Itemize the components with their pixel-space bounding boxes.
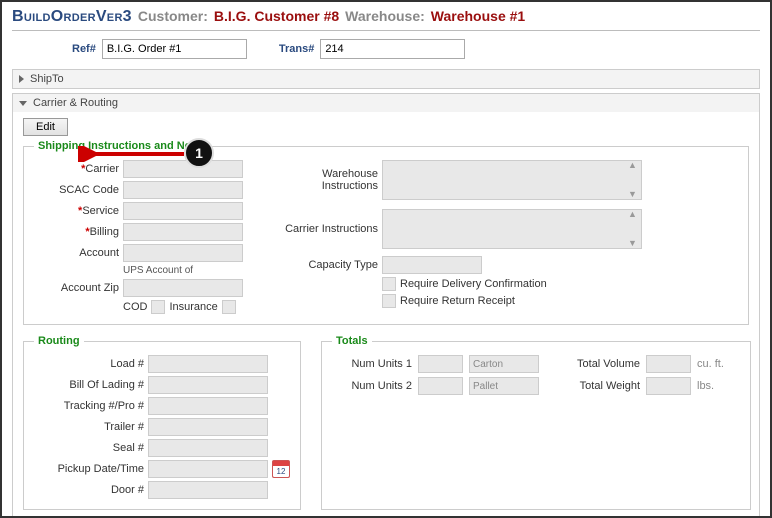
- carrier-panel-title: Carrier & Routing: [33, 97, 118, 109]
- billing-label: Billing: [34, 226, 119, 238]
- customer-value: B.I.G. Customer #8: [214, 8, 339, 24]
- req-deliv-checkbox: [382, 277, 396, 291]
- wh-instr-scroll: ▲ ▼: [628, 161, 640, 199]
- car-instr-field: [382, 209, 642, 249]
- bol-label: Bill Of Lading #: [34, 379, 144, 391]
- carrier-field: [123, 160, 243, 178]
- shipping-fieldset: Shipping Instructions and Notes Carrier …: [23, 140, 749, 325]
- door-label: Door #: [34, 484, 144, 496]
- load-label: Load #: [34, 358, 144, 370]
- ref-input[interactable]: [102, 39, 247, 59]
- shipto-panel-title: ShipTo: [30, 73, 64, 85]
- insurance-checkbox: [222, 300, 236, 314]
- scac-label: SCAC Code: [34, 184, 119, 196]
- reference-row: Ref# Trans#: [72, 39, 760, 59]
- trailer-label: Trailer #: [34, 421, 144, 433]
- vol-label: Total Volume: [550, 358, 640, 370]
- pickup-field: [148, 460, 268, 478]
- account-note: UPS Account of: [123, 265, 243, 276]
- pickup-label: Pickup Date/Time: [34, 463, 144, 475]
- seal-field: [148, 439, 268, 457]
- tracking-label: Tracking #/Pro #: [34, 400, 144, 412]
- chevron-right-icon: [19, 75, 24, 83]
- cod-label: COD: [123, 301, 147, 313]
- shipping-legend: Shipping Instructions and Notes: [34, 140, 211, 152]
- scac-field: [123, 181, 243, 199]
- num2-label: Num Units 2: [332, 380, 412, 392]
- shipto-panel-header[interactable]: ShipTo: [13, 70, 759, 88]
- billing-field: [123, 223, 243, 241]
- customer-label: Customer:: [138, 8, 208, 24]
- account-label: Account: [34, 247, 119, 259]
- unit1-field: Carton: [469, 355, 539, 373]
- trans-input[interactable]: [320, 39, 465, 59]
- account-field: [123, 244, 243, 262]
- chevron-down-icon: ▼: [628, 190, 640, 199]
- trans-label: Trans#: [279, 43, 314, 55]
- service-field: [123, 202, 243, 220]
- chevron-down-icon: [19, 101, 27, 106]
- num2-field: [418, 377, 463, 395]
- shipping-right-col: Warehouse Instructions ▲ ▼ Carrier Instr…: [273, 160, 642, 314]
- tracking-field: [148, 397, 268, 415]
- wt-label: Total Weight: [550, 380, 640, 392]
- car-instr-scroll: ▲ ▼: [628, 210, 640, 248]
- carrier-label: Carrier: [34, 163, 119, 175]
- bol-field: [148, 376, 268, 394]
- shipto-panel: ShipTo: [12, 69, 760, 89]
- cod-checkbox: [151, 300, 165, 314]
- carrier-panel-header[interactable]: Carrier & Routing: [13, 94, 759, 112]
- routing-legend: Routing: [34, 335, 84, 347]
- warehouse-label: Warehouse:: [345, 8, 425, 24]
- ref-label: Ref#: [72, 43, 96, 55]
- wh-instr-field: [382, 160, 642, 200]
- capacity-label: Capacity Type: [273, 259, 378, 271]
- page-title: BuildOrderVer3: [12, 8, 132, 26]
- req-deliv-label: Require Delivery Confirmation: [400, 278, 547, 290]
- car-instr-label: Carrier Instructions: [273, 223, 378, 235]
- carrier-panel-body: Edit Shipping Instructions and Notes Car…: [13, 112, 759, 518]
- trailer-field: [148, 418, 268, 436]
- page-header: BuildOrderVer3 Customer: B.I.G. Customer…: [12, 8, 760, 31]
- totals-fieldset: Totals Num Units 1 Carton Total Volume c…: [321, 335, 751, 510]
- wt-unit: lbs.: [697, 380, 737, 392]
- shipping-left-col: Carrier SCAC Code Service Billing: [34, 160, 243, 314]
- carrier-panel: Carrier & Routing Edit Shipping Instruct…: [12, 93, 760, 518]
- insurance-label: Insurance: [169, 301, 217, 313]
- wt-field: [646, 377, 691, 395]
- routing-fieldset: Routing Load # Bill Of Lading # Tracking…: [23, 335, 301, 510]
- wh-instr-label: Warehouse Instructions: [273, 168, 378, 192]
- chevron-up-icon: ▲: [628, 210, 640, 219]
- account-zip-label: Account Zip: [34, 282, 119, 294]
- load-field: [148, 355, 268, 373]
- vol-unit: cu. ft.: [697, 358, 737, 370]
- req-return-label: Require Return Receipt: [400, 295, 515, 307]
- unit2-field: Pallet: [469, 377, 539, 395]
- vol-field: [646, 355, 691, 373]
- door-field: [148, 481, 268, 499]
- warehouse-value: Warehouse #1: [431, 8, 525, 24]
- account-zip-field: [123, 279, 243, 297]
- seal-label: Seal #: [34, 442, 144, 454]
- chevron-down-icon: ▼: [628, 239, 640, 248]
- num1-label: Num Units 1: [332, 358, 412, 370]
- capacity-field: [382, 256, 482, 274]
- calendar-icon[interactable]: [272, 460, 290, 478]
- chevron-up-icon: ▲: [628, 161, 640, 170]
- req-return-checkbox: [382, 294, 396, 308]
- edit-button[interactable]: Edit: [23, 118, 68, 136]
- service-label: Service: [34, 205, 119, 217]
- totals-legend: Totals: [332, 335, 372, 347]
- num1-field: [418, 355, 463, 373]
